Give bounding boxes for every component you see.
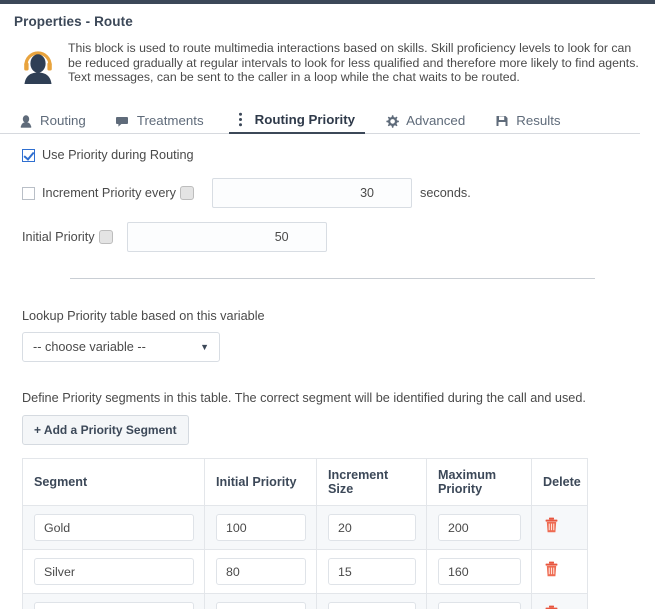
tab-treatments[interactable]: Treatments — [111, 113, 214, 134]
cell-increment-size: 15 — [317, 550, 427, 594]
tab-treatments-label: Treatments — [137, 113, 204, 128]
cell-initial-priority: 100 — [205, 506, 317, 550]
increment-priority-checkbox[interactable] — [22, 187, 35, 200]
column-header-maximum-priority: Maximum Priority — [427, 459, 532, 506]
maximum-priority-cell-input[interactable]: 120 — [438, 602, 521, 609]
maximum-priority-cell-input[interactable]: 160 — [438, 558, 521, 585]
cell-segment: Gold — [23, 506, 205, 550]
segment-input[interactable]: Gold — [34, 514, 194, 541]
column-header-increment-size: Increment Size — [317, 459, 427, 506]
segment-input[interactable]: Silver — [34, 558, 194, 585]
cell-delete — [532, 550, 588, 594]
increment-priority-variable-toggle[interactable] — [180, 186, 194, 200]
comment-icon — [115, 113, 130, 128]
tab-routing-priority[interactable]: Routing Priority — [229, 112, 365, 134]
page-title: Properties - Route — [0, 4, 655, 29]
column-header-segment: Segment — [23, 459, 205, 506]
use-priority-checkbox[interactable] — [22, 149, 35, 162]
table-header-row: Segment Initial Priority Increment Size … — [23, 459, 588, 506]
initial-priority-row: Initial Priority 50 — [22, 222, 655, 252]
vertical-dots-icon — [233, 112, 248, 127]
table-hint: Define Priority segments in this table. … — [22, 391, 655, 405]
table-row: Silver 80 15 160 — [23, 550, 588, 594]
floppy-save-icon — [494, 113, 509, 128]
cell-delete — [532, 506, 588, 550]
cell-initial-priority: 60 — [205, 594, 317, 609]
initial-priority-cell-input[interactable]: 80 — [216, 558, 306, 585]
increment-size-cell-input[interactable]: 10 — [328, 602, 416, 609]
tab-routing[interactable]: Routing — [14, 113, 96, 134]
description-text: This block is used to route multimedia i… — [62, 40, 643, 85]
add-priority-segment-button[interactable]: + Add a Priority Segment — [22, 415, 189, 445]
lookup-label: Lookup Priority table based on this vari… — [22, 309, 655, 323]
tab-bar: Routing Treatments Routing Priority — [0, 103, 640, 134]
cell-maximum-priority: 160 — [427, 550, 532, 594]
initial-priority-input[interactable]: 50 — [127, 222, 327, 252]
gear-icon — [384, 113, 399, 128]
use-priority-label: Use Priority during Routing — [42, 148, 194, 162]
user-icon — [18, 113, 33, 128]
priority-segments-table: Segment Initial Priority Increment Size … — [22, 458, 588, 609]
trash-icon[interactable] — [543, 517, 559, 533]
variable-select-value: -- choose variable -- — [33, 340, 146, 354]
form-area: Use Priority during Routing Increment Pr… — [0, 148, 655, 609]
agent-headset-icon — [14, 42, 62, 90]
tab-advanced[interactable]: Advanced — [380, 113, 475, 134]
column-header-delete: Delete — [532, 459, 588, 506]
increment-priority-suffix: seconds. — [420, 186, 471, 200]
cell-segment: Bronze — [23, 594, 205, 609]
tab-routing-priority-label: Routing Priority — [255, 112, 355, 127]
table-row: Bronze 60 10 120 — [23, 594, 588, 609]
properties-route-panel: Properties - Route This block is used to… — [0, 0, 655, 609]
section-divider — [70, 278, 595, 279]
segment-input[interactable]: Bronze — [34, 602, 194, 609]
cell-segment: Silver — [23, 550, 205, 594]
increment-size-cell-input[interactable]: 20 — [328, 514, 416, 541]
maximum-priority-cell-input[interactable]: 200 — [438, 514, 521, 541]
initial-priority-cell-input[interactable]: 100 — [216, 514, 306, 541]
initial-priority-label: Initial Priority — [22, 230, 95, 244]
use-priority-row: Use Priority during Routing — [22, 148, 655, 162]
cell-initial-priority: 80 — [205, 550, 317, 594]
chevron-down-icon: ▼ — [200, 342, 209, 352]
tab-results-label: Results — [516, 113, 560, 128]
cell-increment-size: 20 — [317, 506, 427, 550]
trash-icon[interactable] — [543, 605, 559, 609]
cell-delete — [532, 594, 588, 609]
tab-routing-label: Routing — [40, 113, 86, 128]
initial-priority-variable-toggle[interactable] — [99, 230, 113, 244]
initial-priority-cell-input[interactable]: 60 — [216, 602, 306, 609]
cell-increment-size: 10 — [317, 594, 427, 609]
tab-results[interactable]: Results — [490, 113, 570, 134]
cell-maximum-priority: 120 — [427, 594, 532, 609]
tab-advanced-label: Advanced — [406, 113, 465, 128]
increment-priority-label: Increment Priority every — [42, 186, 176, 200]
increment-priority-input[interactable]: 30 — [212, 178, 412, 208]
increment-size-cell-input[interactable]: 15 — [328, 558, 416, 585]
column-header-initial-priority: Initial Priority — [205, 459, 317, 506]
cell-maximum-priority: 200 — [427, 506, 532, 550]
variable-select[interactable]: -- choose variable -- ▼ — [22, 332, 220, 362]
table-row: Gold 100 20 200 — [23, 506, 588, 550]
description-block: This block is used to route multimedia i… — [0, 29, 655, 90]
trash-icon[interactable] — [543, 561, 559, 577]
increment-priority-row: Increment Priority every 30 seconds. — [22, 178, 655, 208]
